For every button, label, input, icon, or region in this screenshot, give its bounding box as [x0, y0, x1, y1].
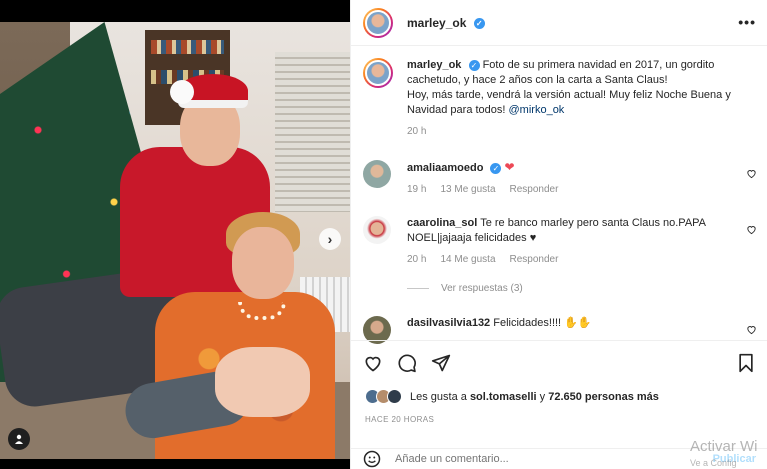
photo-hat-pompom: [170, 80, 194, 104]
view-replies-label: Ver respuestas (3): [441, 283, 523, 294]
like-comment-heart-icon[interactable]: [746, 224, 757, 235]
post-details-panel: marley_ok ✓ ••• marley_ok ✓ Foto de su p…: [350, 0, 767, 469]
caption-mention-link[interactable]: @mirko_ok: [509, 104, 565, 116]
caption-avatar[interactable]: [363, 58, 393, 88]
comment-body: amaliaamoedo ✓ ❤ 19 h 13 Me gusta Respon…: [407, 160, 737, 197]
like-comment-heart-icon[interactable]: [746, 168, 757, 179]
author-avatar[interactable]: [363, 7, 393, 38]
verified-badge-icon: ✓: [490, 162, 502, 174]
caption-text: marley_ok ✓ Foto de su primera navidad e…: [407, 58, 757, 139]
replies-divider: [407, 288, 429, 289]
comment-bubble-icon[interactable]: [397, 353, 417, 373]
save-bookmark-icon[interactable]: [736, 353, 756, 373]
likes-prefix: Les gusta a: [410, 390, 467, 403]
comment-likes[interactable]: 13 Me gusta: [440, 182, 495, 197]
caption-line2: Hoy, más tarde, vendrá la versión actual…: [407, 89, 731, 116]
commenter-avatar[interactable]: [363, 216, 391, 244]
comment-item: amaliaamoedo ✓ ❤ 19 h 13 Me gusta Respon…: [363, 160, 763, 197]
photo-scene: [0, 22, 350, 459]
reply-button[interactable]: Responder: [510, 252, 559, 267]
tagged-users-button[interactable]: [8, 428, 30, 450]
likes-middle: y: [539, 390, 546, 403]
emoji-smiley-icon[interactable]: [363, 450, 381, 468]
comment-meta: 19 h 13 Me gusta Responder: [407, 182, 737, 197]
more-options-icon[interactable]: •••: [738, 14, 756, 30]
post-actions: Les gusta a sol.tomaselli y 72.650 perso…: [351, 340, 767, 450]
chevron-right-icon: ›: [327, 231, 333, 247]
comment-time[interactable]: 19 h: [407, 182, 426, 197]
comment-meta: 20 h 14 Me gusta Responder: [407, 252, 737, 267]
caption-username[interactable]: marley_ok: [407, 59, 461, 71]
share-paper-plane-icon[interactable]: [431, 353, 451, 373]
liker-avatars: [365, 389, 402, 404]
likes-summary[interactable]: Les gusta a sol.tomaselli y 72.650 perso…: [365, 389, 659, 404]
photo-blinds: [275, 52, 350, 212]
red-heart-emoji-icon: ❤: [504, 160, 515, 174]
posted-time[interactable]: HACE 20 HORAS: [365, 415, 434, 424]
clapping-hands-emoji-icon: ✋✋: [564, 317, 592, 329]
action-icons: [363, 353, 451, 373]
windows-activation-watermark-sub: Ve a Config: [690, 458, 737, 468]
next-photo-button[interactable]: ›: [319, 228, 341, 250]
photo-baby-face: [215, 347, 310, 417]
user-icon: [15, 434, 23, 444]
comment-time[interactable]: 20 h: [407, 252, 426, 267]
likes-user-link[interactable]: sol.tomaselli: [470, 391, 537, 403]
comment-item: caarolina_sol Te re banco marley pero sa…: [363, 216, 763, 267]
commenter-avatar[interactable]: [363, 160, 391, 188]
verified-badge-icon: ✓: [473, 17, 485, 29]
like-comment-heart-icon[interactable]: [746, 324, 757, 335]
comment-likes[interactable]: 14 Me gusta: [440, 252, 495, 267]
comment-input[interactable]: [395, 453, 655, 465]
verified-badge-icon: ✓: [468, 59, 480, 71]
photo-woman-face: [232, 227, 294, 299]
comment-text: Felicidades!!!!: [493, 317, 562, 329]
author-username[interactable]: marley_ok ✓: [407, 16, 485, 30]
comment-username[interactable]: caarolina_sol: [407, 217, 477, 229]
view-replies-button[interactable]: Ver respuestas (3): [407, 283, 523, 294]
post-header: marley_ok ✓ •••: [351, 0, 767, 46]
comment-username[interactable]: dasilvasilvia132: [407, 317, 490, 329]
like-heart-icon[interactable]: [363, 353, 383, 373]
likes-count-link[interactable]: 72.650 personas más: [548, 391, 659, 403]
post-photo[interactable]: ›: [0, 0, 350, 469]
comment-username[interactable]: amaliaamoedo: [407, 162, 483, 174]
reply-button[interactable]: Responder: [510, 182, 559, 197]
caption-time[interactable]: 20 h: [407, 124, 757, 139]
comment-body: caarolina_sol Te re banco marley pero sa…: [407, 216, 737, 267]
windows-activation-watermark: Activar Wi: [690, 438, 758, 455]
post-caption: marley_ok ✓ Foto de su primera navidad e…: [363, 58, 763, 139]
